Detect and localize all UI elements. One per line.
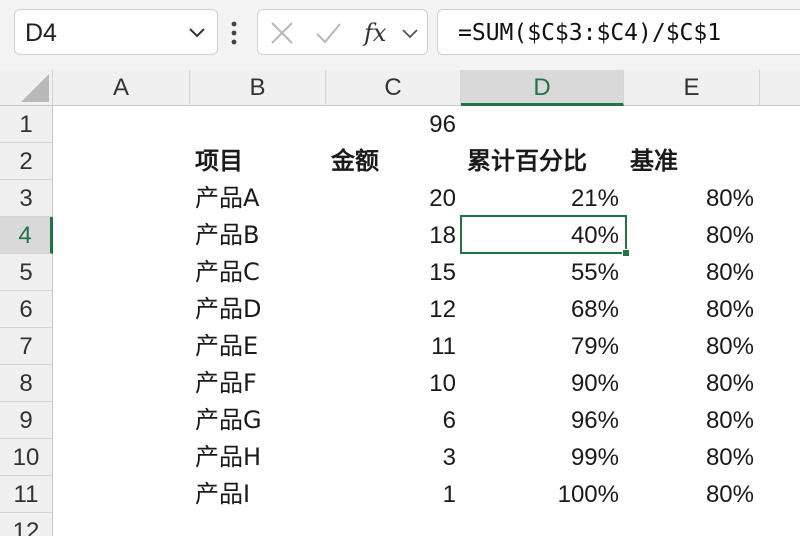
checkmark-icon[interactable] xyxy=(314,19,342,47)
row-header-8[interactable]: 8 xyxy=(0,365,53,402)
cell-d5[interactable]: 55% xyxy=(461,254,619,291)
formula-bar: D4 fx =SUM($C$3:$C4)/$C$1 xyxy=(0,0,800,70)
cell-c1[interactable]: 96 xyxy=(326,106,456,143)
name-box[interactable]: D4 xyxy=(14,9,218,55)
cell-c7[interactable]: 11 xyxy=(326,328,456,365)
row-header-2[interactable]: 2 xyxy=(0,143,53,180)
fill-handle[interactable] xyxy=(622,249,630,257)
row-header-9[interactable]: 9 xyxy=(0,402,53,439)
cell-c8[interactable]: 10 xyxy=(326,365,456,402)
cell-d7[interactable]: 79% xyxy=(461,328,619,365)
cell-e2[interactable]: 基准 xyxy=(630,143,758,180)
chevron-down-icon[interactable] xyxy=(185,20,209,44)
column-header-d[interactable]: D xyxy=(461,70,624,106)
row-header-12[interactable]: 12 xyxy=(0,513,53,536)
column-header-c[interactable]: C xyxy=(326,70,461,106)
cell-e8[interactable]: 80% xyxy=(624,365,754,402)
cancel-x-icon[interactable] xyxy=(268,19,296,47)
cell-c4[interactable]: 18 xyxy=(326,217,456,254)
cell-c10[interactable]: 3 xyxy=(326,439,456,476)
cell-b8[interactable]: 产品F xyxy=(195,365,325,402)
formula-text[interactable]: =SUM($C$3:$C4)/$C$1 xyxy=(458,17,721,49)
cell-e10[interactable]: 80% xyxy=(624,439,754,476)
cell-d2[interactable]: 累计百分比 xyxy=(467,143,627,180)
cell-b6[interactable]: 产品D xyxy=(195,291,325,328)
cell-c2[interactable]: 金额 xyxy=(331,143,459,180)
active-cell-outline[interactable] xyxy=(460,215,630,257)
cell-e9[interactable]: 80% xyxy=(624,402,754,439)
cell-b10[interactable]: 产品H xyxy=(195,439,325,476)
fx-icon[interactable]: fx xyxy=(362,19,398,47)
cell-d3[interactable]: 21% xyxy=(461,180,619,217)
cell-e5[interactable]: 80% xyxy=(624,254,754,291)
select-all-button[interactable] xyxy=(0,70,53,106)
cell-d10[interactable]: 99% xyxy=(461,439,619,476)
cell-e4[interactable]: 80% xyxy=(624,217,754,254)
cell-b5[interactable]: 产品C xyxy=(195,254,325,291)
row-header-11[interactable]: 11 xyxy=(0,476,53,513)
cell-c3[interactable]: 20 xyxy=(326,180,456,217)
column-header-b[interactable]: B xyxy=(190,70,326,106)
row-header-1[interactable]: 1 xyxy=(0,106,53,143)
cell-d9[interactable]: 96% xyxy=(461,402,619,439)
cell-c5[interactable]: 15 xyxy=(326,254,456,291)
formula-input[interactable]: =SUM($C$3:$C4)/$C$1 xyxy=(437,9,800,55)
row-header-3[interactable]: 3 xyxy=(0,180,53,217)
cell-d11[interactable]: 100% xyxy=(461,476,619,513)
cell-b7[interactable]: 产品E xyxy=(195,328,325,365)
select-all-triangle-icon xyxy=(21,74,49,102)
cell-d8[interactable]: 90% xyxy=(461,365,619,402)
cell-b2[interactable]: 项目 xyxy=(195,143,325,180)
column-header-e[interactable]: E xyxy=(624,70,760,106)
cell-b3[interactable]: 产品A xyxy=(195,180,325,217)
column-header-a[interactable]: A xyxy=(53,70,190,106)
row-header-6[interactable]: 6 xyxy=(0,291,53,328)
cell-b4[interactable]: 产品B xyxy=(195,217,325,254)
row-header-5[interactable]: 5 xyxy=(0,254,53,291)
cell-e11[interactable]: 80% xyxy=(624,476,754,513)
cell-c11[interactable]: 1 xyxy=(326,476,456,513)
cell-e7[interactable]: 80% xyxy=(624,328,754,365)
spreadsheet-grid: A B C D E 1 2 3 4 5 6 7 8 9 10 11 12 96 … xyxy=(0,70,800,536)
cell-c6[interactable]: 12 xyxy=(326,291,456,328)
name-box-value[interactable]: D4 xyxy=(25,18,57,48)
more-vertical-icon[interactable] xyxy=(229,18,239,48)
cell-d6[interactable]: 68% xyxy=(461,291,619,328)
row-header-4[interactable]: 4 xyxy=(0,217,53,254)
svg-text:fx: fx xyxy=(362,19,387,47)
cell-b11[interactable]: 产品I xyxy=(195,476,325,513)
column-header-f[interactable] xyxy=(760,70,800,106)
cell-c9[interactable]: 6 xyxy=(326,402,456,439)
row-header-10[interactable]: 10 xyxy=(0,439,53,476)
row-header-7[interactable]: 7 xyxy=(0,328,53,365)
cell-e6[interactable]: 80% xyxy=(624,291,754,328)
cell-b9[interactable]: 产品G xyxy=(195,402,325,439)
formula-actions: fx xyxy=(257,9,428,55)
chevron-down-icon[interactable] xyxy=(398,19,422,47)
cell-e3[interactable]: 80% xyxy=(624,180,754,217)
